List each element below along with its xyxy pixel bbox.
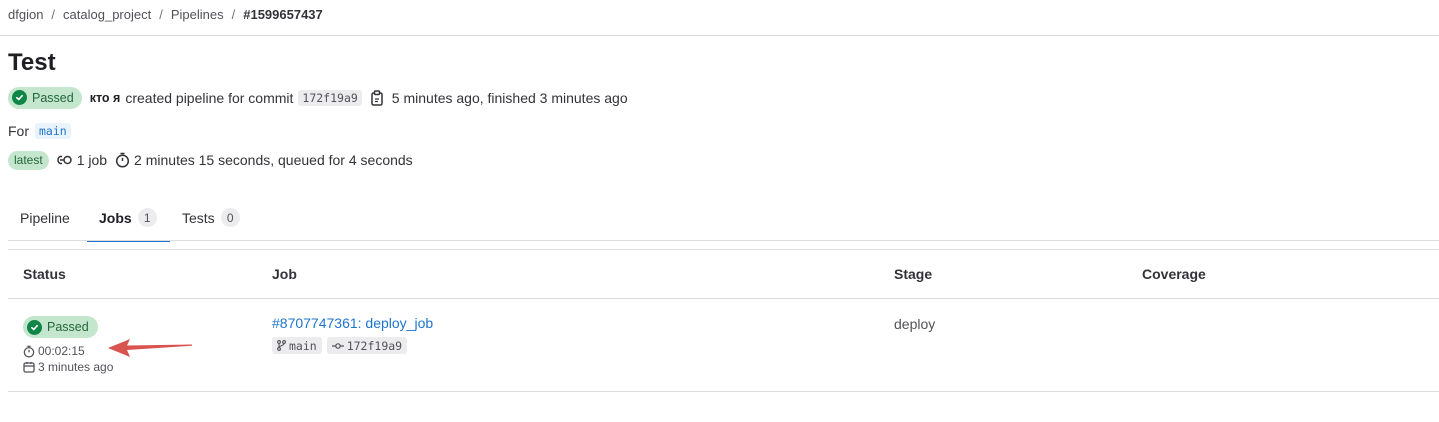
pipeline-user[interactable]: кто я — [90, 91, 121, 105]
column-header-coverage: Coverage — [1142, 266, 1206, 282]
pipeline-status-badge[interactable]: Passed — [8, 86, 82, 109]
pipeline-tabs: Pipeline Jobs 1 Tests 0 — [8, 194, 1439, 242]
job-status-label: Passed — [47, 320, 89, 334]
pipeline-status-label: Passed — [32, 90, 74, 105]
breadcrumb-separator: / — [159, 6, 163, 22]
breadcrumb-separator: / — [231, 6, 236, 22]
pipeline-summary: Passed кто я created pipeline for commit… — [8, 86, 628, 109]
timer-icon — [23, 345, 35, 358]
for-label: For — [8, 123, 29, 139]
job-link[interactable]: #8707747361: deploy_job — [272, 315, 433, 331]
check-circle-icon — [27, 319, 42, 335]
tab-label: Jobs — [99, 209, 132, 226]
breadcrumb: dfgion / catalog_project / Pipelines / #… — [8, 5, 323, 23]
latest-badge: latest — [8, 150, 49, 170]
header-divider — [0, 35, 1439, 36]
job-stage-text: deploy — [894, 316, 936, 332]
column-header-status: Status — [23, 266, 66, 282]
table-row: Passed 00:02:15 3 minutes ago #870774736… — [8, 299, 1439, 392]
job-status-cell: Passed 00:02:15 3 minutes ago — [23, 316, 113, 375]
commit-sha[interactable]: 172f19a9 — [298, 89, 362, 106]
breadcrumb-item-pipelines[interactable]: Pipelines — [171, 7, 224, 22]
tab-count: 0 — [220, 208, 240, 227]
page-title: Test — [8, 49, 56, 76]
breadcrumb-item-current[interactable]: #1599657437 — [243, 7, 323, 22]
jobs-count-text: 1 job — [76, 152, 108, 168]
job-stage-cell: deploy — [894, 316, 935, 334]
job-ref-text: main — [289, 338, 317, 353]
pipeline-time-text: 5 minutes ago, finished 3 minutes ago — [391, 89, 628, 106]
tab-pipeline[interactable]: Pipeline — [20, 194, 70, 241]
commit-icon — [331, 342, 344, 350]
tab-count: 1 — [137, 208, 157, 227]
job-ref-chip[interactable]: main — [272, 337, 322, 354]
table-header: Status Job Stage Coverage — [8, 249, 1439, 299]
job-duration-text: 00:02:15 — [38, 344, 85, 358]
pipeline-meta-row: latest 1 job 2 minutes 15 seconds, queue… — [8, 150, 413, 170]
breadcrumb-item-namespace[interactable]: dfgion — [8, 7, 43, 22]
calendar-icon — [23, 361, 35, 373]
pipeline-jobs-icon — [56, 154, 73, 166]
breadcrumb-separator: / — [51, 6, 56, 22]
timer-icon — [115, 152, 130, 168]
branch-icon — [277, 340, 286, 351]
annotation-arrow-icon — [108, 339, 192, 357]
job-finished-text: 3 minutes ago — [38, 360, 114, 374]
pipeline-created-text: created pipeline for commit — [125, 89, 294, 106]
duration-text: 2 minutes 15 seconds, queued for 4 secon… — [134, 152, 413, 168]
breadcrumb-item-project[interactable]: catalog_project — [63, 7, 151, 22]
job-finished: 3 minutes ago — [23, 359, 113, 375]
tab-label: Tests — [182, 209, 215, 226]
pipeline-ref-row: For main — [8, 121, 71, 141]
column-header-job: Job — [272, 266, 297, 282]
job-commit-chip[interactable]: 172f19a9 — [326, 337, 408, 354]
job-commit-text: 172f19a9 — [346, 338, 403, 353]
clipboard-icon[interactable] — [370, 89, 384, 106]
pipeline-ref-link[interactable]: main — [35, 123, 71, 139]
tab-jobs[interactable]: Jobs 1 — [99, 194, 157, 241]
job-chips: main 172f19a9 — [272, 337, 433, 354]
check-circle-icon — [12, 90, 27, 105]
jobs-table: Status Job Stage Coverage Passed 00:02:1… — [8, 249, 1439, 392]
job-name-cell: #8707747361: deploy_job main 172f19a9 — [272, 315, 433, 354]
tab-label: Pipeline — [20, 209, 70, 226]
job-status-badge[interactable]: Passed — [23, 316, 98, 338]
job-duration: 00:02:15 — [23, 343, 113, 359]
column-header-stage: Stage — [894, 266, 933, 282]
tab-tests[interactable]: Tests 0 — [182, 194, 240, 241]
tabs-divider — [8, 240, 1439, 241]
